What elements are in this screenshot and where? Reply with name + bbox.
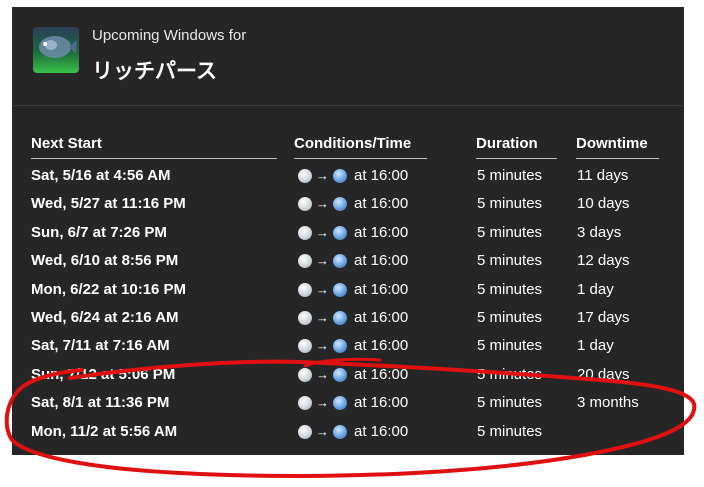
conditions-cell: → at 16:00 — [298, 247, 408, 275]
column-header-duration: Duration — [476, 134, 557, 159]
fair-weather-icon — [298, 424, 312, 439]
downtime-cell: 3 months — [577, 394, 639, 412]
table-row: Sat, 7/11 at 7:16 AM → at 16:00 5 minutes 1 … — [31, 332, 671, 360]
window-time: at 16:00 — [354, 394, 409, 412]
next-start-cell: Wed, 5/27 at 11:16 PM — [31, 195, 186, 213]
window-time: at 16:00 — [354, 308, 409, 326]
conditions-cell: → at 16:00 — [298, 219, 408, 247]
duration-cell: 5 minutes — [477, 422, 543, 440]
arrow-icon: → — [316, 366, 329, 382]
next-start-cell: Sun, 7/12 at 5:06 PM — [31, 365, 176, 383]
table-row: Sun, 7/12 at 5:06 PM → at 16:00 5 minutes 20… — [31, 361, 671, 389]
duration-cell: 5 minutes — [477, 223, 543, 241]
arrow-icon: → — [316, 281, 329, 297]
downtime-cell: 20 days — [577, 365, 630, 383]
rain-icon — [333, 310, 347, 325]
column-header-conditions: Conditions/Time — [294, 134, 427, 159]
arrow-icon: → — [316, 253, 329, 269]
upcoming-windows-panel: Upcoming Windows for リッチパース Next Start C… — [12, 7, 684, 455]
arrow-icon: → — [316, 196, 329, 212]
conditions-cell: → at 16:00 — [298, 361, 408, 389]
table-row: Mon, 11/2 at 5:56 AM → at 16:00 5 minutes — [31, 418, 671, 446]
rain-icon — [333, 282, 347, 297]
next-start-cell: Sat, 7/11 at 7:16 AM — [31, 337, 170, 355]
downtime-cell: 10 days — [577, 195, 630, 213]
rain-icon — [333, 367, 347, 382]
duration-cell: 5 minutes — [477, 252, 543, 270]
conditions-cell: → at 16:00 — [298, 332, 408, 360]
table-body: Sat, 5/16 at 4:56 AM → at 16:00 5 minutes 11… — [31, 162, 671, 446]
conditions-cell: → at 16:00 — [298, 418, 408, 446]
conditions-cell: → at 16:00 — [298, 162, 408, 190]
duration-cell: 5 minutes — [477, 394, 543, 412]
fair-weather-icon — [298, 254, 312, 269]
duration-cell: 5 minutes — [477, 337, 543, 355]
panel-header: Upcoming Windows for リッチパース — [12, 7, 684, 106]
fair-weather-icon — [298, 396, 312, 411]
column-header-downtime: Downtime — [576, 134, 659, 159]
window-time: at 16:00 — [354, 252, 409, 270]
window-time: at 16:00 — [354, 167, 409, 184]
rain-icon — [333, 169, 347, 183]
window-time: at 16:00 — [354, 223, 409, 241]
conditions-cell: → at 16:00 — [298, 276, 408, 304]
duration-cell: 5 minutes — [477, 195, 543, 213]
window-time: at 16:00 — [354, 195, 409, 213]
conditions-cell: → at 16:00 — [298, 389, 408, 417]
duration-cell: 5 minutes — [477, 365, 543, 383]
table-row: Sat, 5/16 at 4:56 AM → at 16:00 5 minutes 11… — [31, 162, 671, 190]
table-row: Wed, 6/24 at 2:16 AM → at 16:00 5 minutes 17… — [31, 304, 671, 332]
fish-name-title: リッチパース — [92, 60, 217, 83]
arrow-icon: → — [316, 395, 329, 411]
fair-weather-icon — [298, 339, 312, 354]
rain-icon — [333, 396, 347, 411]
window-time: at 16:00 — [354, 280, 409, 298]
fair-weather-icon — [298, 225, 312, 240]
downtime-cell: 1 day — [577, 280, 614, 298]
duration-cell: 5 minutes — [477, 167, 543, 184]
next-start-cell: Wed, 6/10 at 8:56 PM — [31, 252, 179, 270]
conditions-cell: → at 16:00 — [298, 190, 408, 218]
next-start-cell: Wed, 6/24 at 2:16 AM — [31, 308, 179, 326]
arrow-icon: → — [316, 309, 329, 325]
rain-icon — [333, 225, 347, 240]
rain-icon — [333, 254, 347, 269]
next-start-cell: Mon, 6/22 at 10:16 PM — [31, 280, 187, 298]
fair-weather-icon — [298, 367, 312, 382]
rain-icon — [333, 339, 347, 354]
downtime-cell: 11 days — [577, 167, 629, 184]
arrow-icon: → — [316, 423, 329, 439]
next-start-cell: Sun, 6/7 at 7:26 PM — [31, 223, 167, 241]
arrow-icon: → — [316, 224, 329, 240]
duration-cell: 5 minutes — [477, 308, 543, 326]
fish-icon — [33, 27, 79, 73]
downtime-cell: 3 days — [577, 223, 622, 241]
conditions-cell: → at 16:00 — [298, 304, 408, 332]
fair-weather-icon — [298, 310, 312, 325]
downtime-cell: 12 days — [577, 252, 630, 270]
rain-icon — [333, 197, 347, 212]
next-start-cell: Sat, 8/1 at 11:36 PM — [31, 394, 170, 412]
table-row: Sat, 8/1 at 11:36 PM → at 16:00 5 minutes 3 … — [31, 389, 671, 417]
column-header-next-start: Next Start — [31, 134, 277, 159]
rain-icon — [333, 424, 347, 439]
fair-weather-icon — [298, 282, 312, 297]
table-row: Wed, 5/27 at 11:16 PM → at 16:00 5 minutes 1… — [31, 190, 671, 218]
next-start-cell: Sat, 5/16 at 4:56 AM — [31, 167, 171, 184]
duration-cell: 5 minutes — [477, 280, 543, 298]
table-row: Mon, 6/22 at 10:16 PM → at 16:00 5 minutes 1… — [31, 276, 671, 304]
arrow-icon: → — [316, 168, 329, 183]
table-row: Sun, 6/7 at 7:26 PM → at 16:00 5 minutes 3 d… — [31, 219, 671, 247]
next-start-cell: Mon, 11/2 at 5:56 AM — [31, 422, 178, 440]
header-subtitle: Upcoming Windows for — [92, 27, 247, 44]
window-time: at 16:00 — [354, 337, 409, 355]
fair-weather-icon — [298, 197, 312, 212]
downtime-cell: 17 days — [577, 308, 630, 326]
downtime-cell: 1 day — [577, 337, 614, 355]
arrow-icon: → — [316, 338, 329, 354]
fair-weather-icon — [298, 169, 312, 183]
table-row: Wed, 6/10 at 8:56 PM → at 16:00 5 minutes 12… — [31, 247, 671, 275]
window-time: at 16:00 — [354, 365, 409, 383]
window-time: at 16:00 — [354, 422, 409, 440]
